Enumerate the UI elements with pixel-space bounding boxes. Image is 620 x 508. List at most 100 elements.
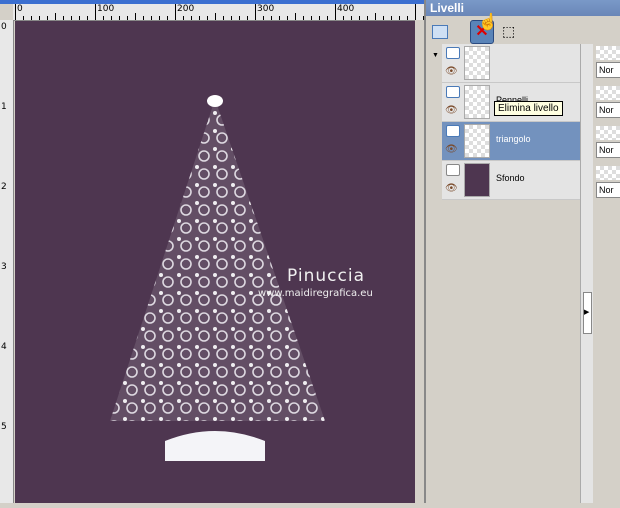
layer-name: Sfondo [496,173,525,183]
visibility-eye-icon[interactable]: 👁 [445,105,458,116]
ruler-tick [399,16,400,20]
mask-thumbnail [596,166,620,180]
ruler-tick [135,13,136,20]
ruler-tick [183,16,184,20]
ruler-tick [223,16,224,20]
ruler-label: 1 [1,102,7,112]
ruler-tick [263,16,264,20]
ruler-tick [175,4,176,20]
pointer-hand-icon: ☝ [478,14,498,31]
ruler-tick [407,16,408,20]
ruler-tick [127,16,128,20]
mask-thumbnail [596,126,620,140]
blend-mode-select[interactable]: Nor [596,182,620,198]
layer-thumbnail [464,46,490,80]
blend-mode-select[interactable]: Nor [596,62,620,78]
raster-layer-icon [446,47,460,59]
tooltip: Elimina livello [494,101,563,116]
ruler-tick [303,16,304,20]
ruler-label: 200 [177,4,195,14]
ruler-tick [159,16,160,20]
ruler-tick [415,4,416,20]
ruler-label: 100 [97,4,115,14]
ruler-tick [103,16,104,20]
image-canvas[interactable] [15,21,415,503]
panel-splitter[interactable]: ▶ [580,44,593,503]
ruler-tick [319,16,320,20]
ruler-tick [143,16,144,20]
new-layer-dropdown[interactable]: ▼ [432,20,454,59]
ruler-tick [23,16,24,20]
layer-name: triangolo [496,134,531,144]
layer-thumbnail [464,124,490,158]
ruler-tick [111,16,112,20]
ruler-label: 4 [1,342,7,352]
ruler-label: 400 [337,4,355,14]
ruler-tick [287,16,288,20]
blend-mode-select[interactable]: Nor [596,142,620,158]
ruler-tick [391,16,392,20]
ruler-tick [311,16,312,20]
watermark-url: www.maidiregrafica.eu [258,288,373,299]
background-layer-icon [446,164,460,176]
ruler-tick [247,16,248,20]
ruler-tick [351,16,352,20]
mask-thumbnail [596,46,620,60]
layer-row[interactable]: 👁 [442,44,580,83]
ruler-tick [191,16,192,20]
ruler-tick [15,4,16,20]
ruler-tick [151,16,152,20]
ruler-tick [95,4,96,20]
ruler-tick [255,4,256,20]
blend-cell: Nor [594,84,620,122]
visibility-eye-icon[interactable]: 👁 [445,183,458,194]
ruler-tick [31,16,32,20]
ruler-tick [47,16,48,20]
ruler-tick [215,13,216,20]
blend-cell: Nor [594,44,620,82]
ruler-tick [383,16,384,20]
ruler-tick [207,16,208,20]
visibility-eye-icon[interactable]: 👁 [445,144,458,155]
layer-thumbnail [464,163,490,197]
ruler-tick [119,16,120,20]
ruler-tick [295,13,296,20]
ruler-tick [367,16,368,20]
layer-row[interactable]: 👁 Sfondo [442,161,580,200]
ruler-tick [279,16,280,20]
ruler-label: 5 [1,422,7,432]
panel-title: Livelli [426,0,620,16]
ruler-label: 2 [1,182,7,192]
vertical-ruler: 0 1 2 3 4 5 [0,20,14,503]
blend-cell: Nor [594,124,620,162]
ruler-tick [199,16,200,20]
ruler-tick [87,16,88,20]
ruler-tick [335,4,336,20]
blend-mode-select[interactable]: Nor [596,102,620,118]
visibility-eye-icon[interactable]: 👁 [445,66,458,77]
blend-cell: Nor [594,164,620,202]
ruler-tick [231,16,232,20]
ruler-label: 0 [1,22,7,32]
layer-row-selected[interactable]: 👁 triangolo [442,122,580,161]
ruler-tick [375,13,376,20]
layers-panel: Livelli ▼ ✕ ☝ ⬚ 👁 👁 Pennelli 👁 triangolo 👁… [424,0,620,503]
ruler-tick [55,13,56,20]
christmas-tree-image [110,95,325,461]
ruler-tick [167,16,168,20]
watermark-name: Pinuccia [287,266,365,286]
ruler-tick [39,16,40,20]
raster-layer-icon [446,86,460,98]
ruler-label: 0 [17,4,23,14]
divider [415,20,424,503]
edit-selection-icon[interactable]: ⬚ [502,20,524,42]
raster-layer-icon [446,125,460,137]
ruler-tick [327,16,328,20]
layer-thumbnail [464,85,490,119]
ruler-tick [79,16,80,20]
ruler-tick [271,16,272,20]
layers-list: 👁 👁 Pennelli 👁 triangolo 👁 Sfondo Elimina l… [442,44,580,200]
ruler-tick [239,16,240,20]
ruler-label: 3 [1,262,7,272]
horizontal-ruler: 0 100 200 300 400 [13,4,424,21]
